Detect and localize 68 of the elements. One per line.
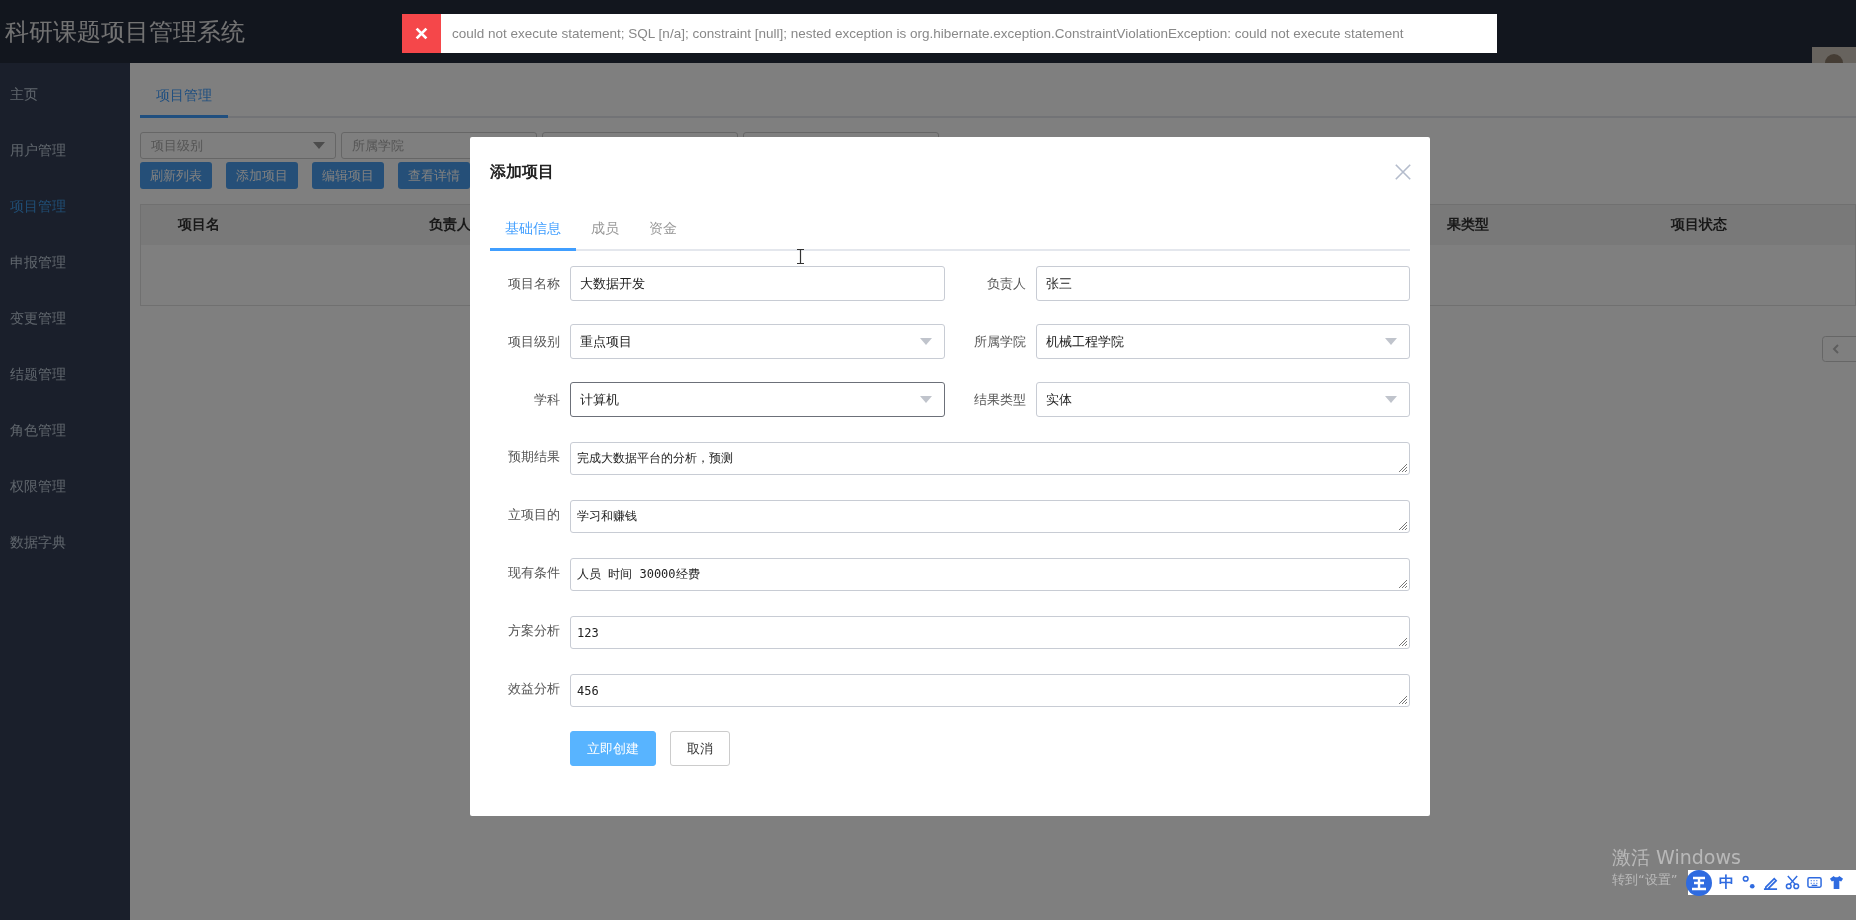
- text-area[interactable]: 完成大数据平台的分析，预测: [570, 442, 1410, 475]
- text-cursor-icon: [797, 249, 804, 264]
- field-label: 效益分析: [507, 680, 561, 698]
- ime-mode[interactable]: 中: [1719, 873, 1734, 892]
- sidebar-item[interactable]: 数据字典: [0, 514, 130, 570]
- field-label: 预期结果: [507, 448, 561, 466]
- column-header: 项目名: [178, 216, 220, 234]
- sidebar-item[interactable]: 项目管理: [0, 178, 130, 234]
- sidebar-item[interactable]: 权限管理: [0, 458, 130, 514]
- column-header: 项目状态: [1671, 216, 1727, 234]
- dialog-tab[interactable]: 基础信息: [490, 210, 576, 251]
- resize-grip-icon[interactable]: [1397, 520, 1407, 530]
- sidebar-item[interactable]: 变更管理: [0, 290, 130, 346]
- caret-icon: [313, 142, 325, 149]
- sidebar-item[interactable]: 结题管理: [0, 346, 130, 402]
- page-tab[interactable]: 项目管理: [140, 79, 228, 118]
- toolbar-button[interactable]: 编辑项目: [312, 162, 384, 189]
- text-area[interactable]: 123: [570, 616, 1410, 649]
- caret-icon: [919, 338, 932, 345]
- cancel-button[interactable]: 取消: [670, 731, 730, 766]
- close-icon: [415, 27, 428, 40]
- shirt-icon[interactable]: [1829, 875, 1844, 890]
- activation-notice: 激活 Windows: [1612, 845, 1741, 870]
- caret-icon: [919, 396, 932, 403]
- create-button[interactable]: 立即创建: [570, 731, 656, 766]
- field-label: 结果类型: [972, 390, 1027, 409]
- caret-icon: [1385, 396, 1397, 403]
- text-area[interactable]: 人员 时间 30000经费: [570, 558, 1410, 591]
- select-field[interactable]: 计算机: [570, 382, 945, 417]
- scissors-icon[interactable]: [1785, 875, 1800, 890]
- field-label: 负责人: [985, 274, 1027, 293]
- field-label: 方案分析: [507, 622, 561, 640]
- dialog-tab[interactable]: 成员: [576, 210, 634, 251]
- input-field[interactable]: 大数据开发: [570, 266, 945, 301]
- toolbar-button[interactable]: 添加项目: [226, 162, 298, 189]
- keyboard-icon[interactable]: [1807, 875, 1822, 890]
- field-label: 所属学院: [972, 332, 1027, 351]
- field-label: 现有条件: [507, 564, 561, 582]
- sidebar-item[interactable]: 申报管理: [0, 234, 130, 290]
- toolbar-button[interactable]: 刷新列表: [140, 162, 212, 189]
- sidebar-item[interactable]: 主页: [0, 66, 130, 122]
- column-header: 负责人: [429, 216, 471, 234]
- sidebar-item[interactable]: 角色管理: [0, 402, 130, 458]
- select-field[interactable]: 机械工程学院: [1035, 324, 1410, 359]
- resize-grip-icon[interactable]: [1397, 694, 1407, 704]
- caret-icon: [1385, 338, 1397, 345]
- select-field[interactable]: 重点项目: [570, 324, 945, 359]
- resize-grip-icon[interactable]: [1397, 462, 1407, 472]
- field-label: 项目名称: [507, 274, 561, 293]
- text-area[interactable]: 456: [570, 674, 1410, 707]
- text-area[interactable]: 学习和赚钱: [570, 500, 1410, 533]
- select-field[interactable]: 实体: [1035, 382, 1410, 417]
- toolbar-button[interactable]: 查看详情: [398, 162, 470, 189]
- app-title: 科研课题项目管理系统: [4, 16, 245, 48]
- ime-logo-icon[interactable]: [1686, 869, 1712, 896]
- field-label: 学科: [533, 390, 561, 409]
- field-label: 项目级别: [507, 332, 561, 351]
- resize-grip-icon[interactable]: [1397, 578, 1407, 588]
- error-message: could not execute statement; SQL [n/a]; constraint [null]; nested exception is org.hibernate.exception.ConstraintViolationException: could not execute statement: [451, 26, 1404, 41]
- punctuation-icon[interactable]: [1741, 875, 1756, 890]
- input-field[interactable]: 张三: [1035, 266, 1410, 301]
- sidebar-item[interactable]: 用户管理: [0, 122, 130, 178]
- dialog-title: 添加项目: [490, 161, 554, 183]
- pen-icon[interactable]: [1763, 875, 1778, 890]
- dialog-tab[interactable]: 资金: [634, 210, 692, 251]
- field-label: 立项目的: [507, 506, 561, 524]
- column-header: 果类型: [1447, 216, 1489, 234]
- resize-grip-icon[interactable]: [1397, 636, 1407, 646]
